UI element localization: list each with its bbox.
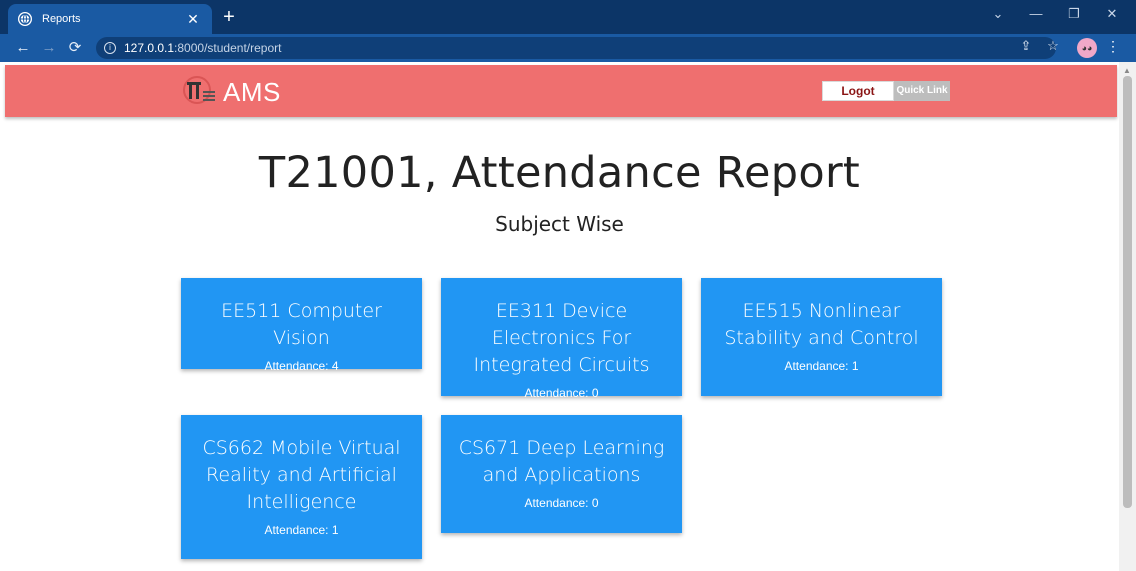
star-icon[interactable]: ☆ <box>1043 38 1063 54</box>
minimize-icon[interactable]: — <box>1021 6 1051 21</box>
site-header: AMS Logot Quick Link <box>5 65 1117 117</box>
subject-card[interactable]: EE515 Nonlinear Stability and Control At… <box>701 278 942 396</box>
browser-tabbar: Reports ✕ + ⌄ — ❐ ✕ <box>0 0 1136 34</box>
url-path: :8000/student/report <box>174 41 282 55</box>
attendance-count: Attendance: 1 <box>264 523 339 537</box>
restore-icon[interactable]: ❐ <box>1059 6 1089 22</box>
attendance-count: Attendance: 4 <box>264 359 339 373</box>
url-input[interactable]: i 127.0.0.1:8000/student/report <box>96 37 1056 59</box>
subject-card[interactable]: CS662 Mobile Virtual Reality and Artific… <box>181 415 422 559</box>
new-tab-button[interactable]: + <box>218 6 240 28</box>
tab-title: Reports <box>42 13 81 25</box>
attendance-count: Attendance: 0 <box>524 386 599 400</box>
scroll-up-icon[interactable]: ▲ <box>1123 66 1131 75</box>
subject-title: EE515 Nonlinear Stability and Control <box>724 300 919 349</box>
page-viewport: AMS Logot Quick Link T21001, Attendance … <box>0 62 1136 571</box>
attendance-count: Attendance: 0 <box>524 496 599 510</box>
page-title: T21001, Attendance Report <box>258 148 861 198</box>
profile-icon[interactable]: ◕◕ <box>1077 38 1097 58</box>
logo-icon[interactable] <box>181 73 225 109</box>
tab-search-icon[interactable]: ⌄ <box>983 6 1013 22</box>
reload-icon[interactable]: ⟳ <box>64 38 86 58</box>
forward-icon[interactable]: → <box>38 38 60 58</box>
logout-button[interactable]: Logot <box>822 81 894 101</box>
subject-card[interactable]: CS671 Deep Learning and Applications Att… <box>441 415 682 533</box>
url-host: 127.0.0.1 <box>124 41 175 55</box>
page-subtitle: Subject Wise <box>495 212 624 236</box>
globe-icon <box>18 12 32 26</box>
back-icon[interactable]: ← <box>12 38 34 58</box>
attendance-count: Attendance: 1 <box>784 359 859 373</box>
subject-title: EE511 Computer Vision <box>221 300 382 349</box>
share-icon[interactable]: ⇪ <box>1016 38 1036 54</box>
menu-icon[interactable]: ⋮ <box>1106 38 1120 55</box>
window-close-icon[interactable]: ✕ <box>1097 6 1127 22</box>
subject-title: CS671 Deep Learning and Applications <box>458 437 665 486</box>
page-scrollbar[interactable]: ▲ <box>1119 62 1136 571</box>
subject-card[interactable]: EE511 Computer Vision Attendance: 4 <box>181 278 422 373</box>
info-icon[interactable]: i <box>104 42 116 54</box>
tab-reports[interactable]: Reports ✕ <box>8 4 212 34</box>
address-bar: ← → ⟳ i 127.0.0.1:8000/student/report ⇪ … <box>0 34 1136 62</box>
subject-title: CS662 Mobile Virtual Reality and Artific… <box>202 437 401 513</box>
close-tab-icon[interactable]: ✕ <box>184 11 202 28</box>
subject-card[interactable]: EE311 Device Electronics For Integrated … <box>441 278 682 400</box>
brand-name[interactable]: AMS <box>223 77 281 108</box>
quick-link-button[interactable]: Quick Link <box>894 81 950 101</box>
url-text: 127.0.0.1:8000/student/report <box>124 41 281 55</box>
subject-title: EE311 Device Electronics For Integrated … <box>473 300 650 376</box>
scroll-thumb[interactable] <box>1123 76 1132 508</box>
